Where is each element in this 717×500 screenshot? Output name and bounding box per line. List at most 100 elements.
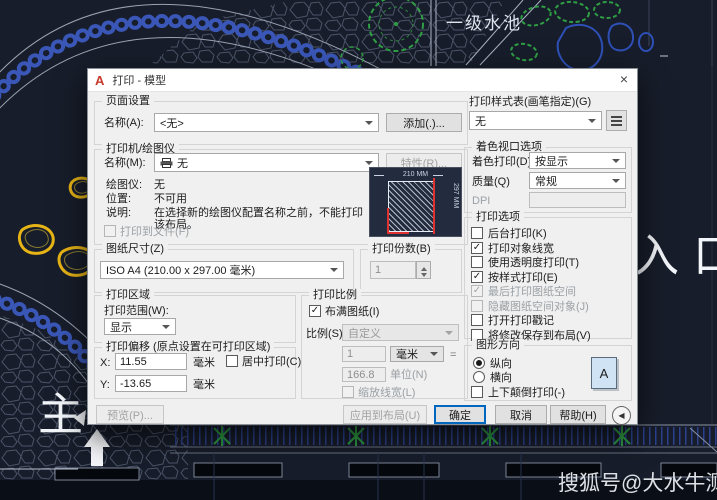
equals-sign: = [450, 349, 457, 361]
checkbox-center-plot[interactable] [226, 355, 238, 367]
offset-y-input[interactable]: -13.65 [115, 375, 187, 392]
close-icon[interactable]: × [620, 71, 628, 87]
paper-size-value: ISO A4 (210.00 x 297.00 毫米) [106, 265, 256, 277]
cad-canvas: 一级水池 入口 主 搜狐号@大水牛测绘 A 打印 - 模型 × 页面设置 名称(… [0, 0, 717, 500]
help-button[interactable]: 帮助(H) [550, 405, 606, 424]
dpi-label: DPI [472, 195, 491, 207]
offset-x-label: X: [100, 357, 111, 369]
plot-lineweights-label: 打印对象线宽 [488, 243, 554, 255]
group-plot-scale-label: 打印比例 [309, 289, 361, 301]
scale-dropdown[interactable]: 自定义 [342, 324, 459, 341]
orientation-paper-letter: A [599, 365, 609, 381]
plot-range-dropdown[interactable]: 显示 [104, 318, 176, 335]
checkbox-plot-to-file[interactable] [104, 225, 116, 237]
copies-spinner[interactable] [416, 261, 431, 279]
dpi-input[interactable] [529, 192, 626, 208]
autocad-logo-icon: A [95, 72, 105, 88]
dialog-titlebar[interactable]: A 打印 - 模型 × [88, 69, 637, 92]
hide-paperspace-label: 隐藏图纸空间对象(J) [488, 301, 589, 313]
cad-label-main: 主 [38, 389, 84, 440]
group-page-setup-label: 页面设置 [102, 95, 154, 107]
printer-name-label: 名称(M): [104, 157, 146, 169]
shade-plot-value: 按显示 [535, 155, 568, 168]
dim-line-right [433, 175, 443, 176]
page-setup-name-label: 名称(A): [104, 117, 144, 129]
checkbox-plot-with-styles[interactable]: ✓ [471, 271, 483, 283]
scale-lineweights-label: 缩放线宽(L) [358, 387, 416, 399]
drawing-units-input[interactable]: 166.8 [342, 367, 386, 382]
plot-with-styles-label: 按样式打印(E) [488, 272, 558, 284]
paper-units-value: 1 [347, 348, 354, 360]
offset-x-value: 11.55 [120, 355, 147, 368]
ok-button[interactable]: 确定 [434, 405, 486, 424]
group-plot-area-label: 打印区域 [102, 289, 154, 301]
preview-button[interactable]: 预览(P)... [96, 405, 164, 424]
offset-x-unit: 毫米 [193, 357, 215, 369]
paper-units-input[interactable]: 1 [342, 346, 386, 362]
back-arrow-icon: ◀ [618, 411, 625, 420]
where-label: 位置: [106, 193, 132, 205]
orientation-paper-icon: A [591, 357, 617, 389]
printer-name-dropdown[interactable]: 无 [154, 153, 379, 172]
offset-y-unit: 毫米 [193, 379, 215, 391]
paper-unit-dropdown[interactable]: 毫米 [390, 346, 444, 362]
add-page-setup-button[interactable]: 添加(.)... [386, 113, 462, 132]
quality-dropdown[interactable]: 常规 [529, 172, 626, 189]
edit-plot-style-icon [611, 115, 622, 118]
dialog-title: 打印 - 模型 [112, 75, 167, 87]
checkbox-plot-in-background[interactable] [471, 227, 483, 239]
dim-line-left [374, 175, 384, 176]
checkbox-plot-transparency[interactable] [471, 256, 483, 268]
checkbox-plot-stamp[interactable] [471, 314, 483, 326]
group-orientation-label: 图形方向 [472, 339, 524, 351]
upside-down-label: 上下颠倒打印(-) [488, 387, 565, 399]
apply-to-layout-button[interactable]: 应用到布局(U) [343, 405, 427, 424]
paper-size-dropdown[interactable]: ISO A4 (210.00 x 297.00 毫米) [100, 261, 344, 279]
checkbox-scale-lineweights[interactable] [342, 386, 354, 398]
group-copies-label: 打印份数(B) [368, 243, 435, 255]
checkbox-fit-to-paper[interactable]: ✓ [309, 305, 321, 317]
cad-label-entrance: 入口 [634, 230, 717, 281]
less-options-button[interactable]: ◀ [612, 406, 631, 425]
paper-sheet [388, 181, 435, 232]
offset-y-value: -13.65 [120, 377, 152, 390]
plotter-value: 无 [154, 179, 165, 191]
spinner-down-icon[interactable] [417, 270, 430, 278]
paper-height-label: 297 MM [452, 183, 459, 209]
plot-stamp-label: 打开打印戳记 [488, 315, 554, 327]
page-setup-name-dropdown[interactable]: <无> [154, 113, 379, 132]
portrait-label: 纵向 [490, 358, 512, 370]
checkbox-hide-paperspace[interactable] [471, 300, 483, 312]
plot-range-value: 显示 [110, 321, 132, 334]
checkbox-upside-down[interactable] [471, 386, 483, 398]
offset-x-input[interactable]: 11.55 [115, 353, 187, 370]
shade-plot-dropdown[interactable]: 按显示 [529, 152, 626, 169]
red-margin-right [433, 178, 435, 234]
paper-unit-value: 毫米 [396, 349, 418, 361]
checkbox-paperspace-last[interactable]: ✓ [471, 285, 483, 297]
plotter-label: 绘图仪: [106, 179, 143, 191]
quality-label: 质量(Q) [472, 176, 510, 188]
plot-to-file-label: 打印到文件(F) [120, 226, 190, 238]
copies-input[interactable]: 1 [370, 261, 416, 279]
plot-style-table-value: 无 [475, 115, 486, 128]
checkbox-plot-lineweights[interactable]: ✓ [471, 242, 483, 254]
radio-portrait[interactable] [473, 357, 485, 369]
spinner-up-icon[interactable] [417, 262, 430, 271]
offset-y-label: Y: [100, 379, 110, 391]
printer-icon [160, 157, 173, 168]
landscape-label: 横向 [490, 372, 512, 384]
plot-in-background-label: 后台打印(K) [488, 228, 547, 240]
cad-label-pool: 一级水池 [446, 14, 522, 33]
shade-plot-label: 着色打印(D) [472, 156, 532, 168]
radio-landscape[interactable] [473, 371, 485, 383]
center-plot-label: 居中打印(C) [242, 356, 302, 368]
edit-plot-style-button[interactable] [606, 110, 627, 131]
plot-range-label: 打印范围(W): [104, 305, 169, 317]
drawing-units-value: 166.8 [347, 368, 375, 381]
cancel-button[interactable]: 取消 [495, 405, 547, 424]
plot-style-table-dropdown[interactable]: 无 [469, 111, 602, 130]
plot-style-table-label: 打印样式表(画笔指定)(G) [469, 96, 592, 108]
watermark: 搜狐号@大水牛测绘 [558, 472, 717, 495]
group-paper-size-label: 图纸尺寸(Z) [102, 243, 169, 255]
